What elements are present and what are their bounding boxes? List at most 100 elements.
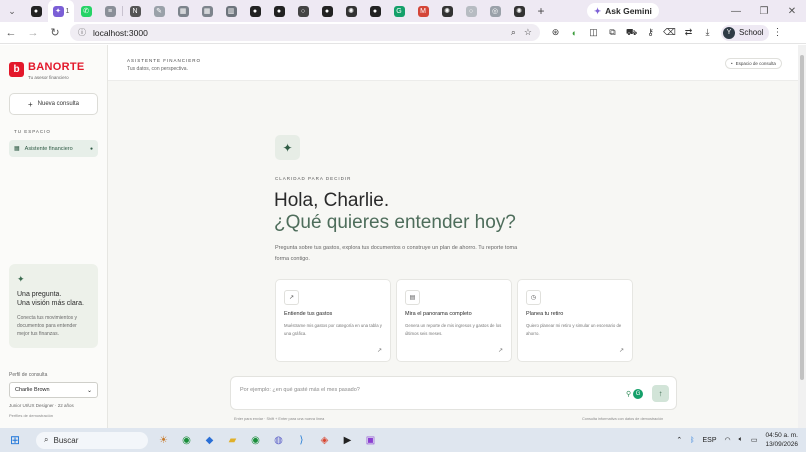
- site-info-icon[interactable]: ⓘ: [78, 27, 86, 38]
- close-window-button[interactable]: ✕: [778, 6, 806, 17]
- language-indicator[interactable]: ESP: [703, 437, 717, 444]
- tab-tab-search[interactable]: ⌄: [0, 0, 24, 22]
- arrow-up-right-icon: ↗: [618, 348, 624, 354]
- sidebar-panel-icon[interactable]: ◫: [584, 27, 603, 38]
- chrome-icon[interactable]: ◉: [244, 435, 267, 446]
- demo-disclaimer: Consulta informativa con datos de demost…: [582, 417, 664, 421]
- extension-icon[interactable]: ⛟: [622, 27, 641, 39]
- browser-tab[interactable]: ○: [459, 0, 483, 22]
- suggestion-card-overview[interactable]: ▤ Mira el panorama completo Genera un re…: [396, 279, 512, 362]
- sidebar-item-assistant[interactable]: ▦ Asistente financiero ●: [9, 140, 98, 157]
- chat-input-placeholder[interactable]: Por ejemplo: ¿en qué gasté más el mes pa…: [240, 387, 360, 393]
- extension-icon[interactable]: ◐: [565, 28, 584, 38]
- battery-icon[interactable]: ▭: [751, 436, 758, 444]
- volume-icon[interactable]: 🔈︎: [739, 436, 743, 444]
- profile-button[interactable]: Y School: [721, 24, 770, 41]
- taskbar-search[interactable]: ⌕ Buscar: [36, 431, 148, 449]
- new-chat-button[interactable]: + Nueva consulta: [9, 93, 98, 115]
- browser-tab[interactable]: ✺: [435, 0, 459, 22]
- clock-icon: ◷: [526, 290, 541, 305]
- bookmark-star-icon[interactable]: ☆: [524, 27, 532, 38]
- suggestion-card-expenses[interactable]: ↗ Entiende tus gastos Muéstrame mis gast…: [275, 279, 391, 362]
- browser-tab[interactable]: ●: [363, 0, 387, 22]
- scrollbar-thumb[interactable]: [800, 55, 804, 380]
- grammarly-icon[interactable]: G: [633, 389, 644, 399]
- forward-button[interactable]: →: [22, 27, 44, 39]
- maximize-button[interactable]: ❐: [750, 6, 778, 17]
- profile-select-label: Perfil de consulta: [9, 372, 48, 378]
- media-player-icon[interactable]: ▶: [336, 435, 359, 446]
- chatgpt-icon: ✺: [441, 5, 453, 17]
- password-key-icon[interactable]: ⚷: [641, 27, 660, 38]
- browser-menu-icon[interactable]: ⋮: [769, 27, 785, 38]
- browser-tab[interactable]: ≡: [98, 0, 122, 22]
- reload-button[interactable]: ↻: [44, 26, 66, 39]
- send-button[interactable]: ↑: [652, 385, 669, 402]
- chat-app-icon[interactable]: ◍: [267, 435, 290, 446]
- vscode-icon[interactable]: ⟩: [290, 435, 313, 446]
- browser-tab[interactable]: G: [387, 0, 411, 22]
- browser-tab[interactable]: ●: [267, 0, 291, 22]
- tab-search-icon: ⌄: [8, 5, 16, 16]
- wifi-icon[interactable]: ◠: [725, 436, 731, 444]
- promo-title: Una pregunta. Una visión más clara.: [17, 291, 84, 307]
- plus-icon: +: [27, 99, 33, 109]
- banorte-logo-mark: b: [9, 62, 24, 77]
- widgets-icon[interactable]: ☀: [152, 435, 175, 446]
- circle-icon: ◎: [489, 5, 501, 17]
- clock[interactable]: 04:50 a. m. 13/09/2026: [765, 431, 798, 449]
- browser-tab[interactable]: M: [411, 0, 435, 22]
- downloads-icon[interactable]: ⤓: [698, 27, 717, 38]
- github-icon: ●: [369, 5, 381, 17]
- new-tab-button[interactable]: +: [531, 4, 551, 18]
- main-content: ASISTENTE FINANCIERO Tus datos, con pers…: [108, 45, 798, 428]
- browser-tab[interactable]: ✆: [74, 0, 98, 22]
- sheet-icon: ▥: [225, 5, 237, 17]
- browser-tab[interactable]: ▥: [219, 0, 243, 22]
- gmail-icon: M: [417, 5, 429, 17]
- delete-icon[interactable]: ⌫: [660, 27, 679, 38]
- back-button[interactable]: ←: [0, 27, 22, 39]
- chrome-icon[interactable]: ◉: [175, 435, 198, 446]
- translate-icon[interactable]: ⇄: [679, 27, 698, 38]
- browser-tab[interactable]: ✺: [339, 0, 363, 22]
- new-chat-label: Nueva consulta: [37, 101, 80, 107]
- browser-tab[interactable]: ✺: [507, 0, 531, 22]
- brand-name: BANORTE: [28, 61, 85, 73]
- location-pin-icon[interactable]: ⚲: [626, 390, 631, 398]
- browser-tab[interactable]: N: [123, 0, 147, 22]
- suggestion-card-retirement[interactable]: ◷ Planea tu retiro Quiero planear mi ret…: [517, 279, 633, 362]
- copilot-icon[interactable]: ◆: [198, 435, 221, 446]
- windows-start-icon[interactable]: ⊞: [10, 433, 28, 447]
- profile-select[interactable]: Charlie Brown ⌄: [9, 382, 98, 398]
- browser-tab[interactable]: ○: [291, 0, 315, 22]
- office-icon[interactable]: ◈: [313, 435, 336, 446]
- browser-tab[interactable]: ●: [243, 0, 267, 22]
- section-label: TU ESPACIO: [14, 129, 51, 134]
- brand-logo[interactable]: b BANORTE Tu asesor financiero: [9, 62, 85, 80]
- browser-tab[interactable]: ✎: [147, 0, 171, 22]
- address-bar[interactable]: ⓘ localhost:3000 ⌕ ☆: [70, 24, 540, 41]
- page-scrollbar[interactable]: [798, 45, 806, 428]
- arrow-up-icon: ↑: [658, 389, 663, 398]
- browser-tab-active[interactable]: ✦ 1: [48, 0, 74, 22]
- file-explorer-icon[interactable]: ▰: [221, 435, 244, 446]
- browser-tab[interactable]: ▦: [171, 0, 195, 22]
- minimize-button[interactable]: —: [722, 6, 750, 17]
- browser-tab[interactable]: ◎: [483, 0, 507, 22]
- ask-gemini-button[interactable]: ✦ Ask Gemini: [587, 3, 659, 19]
- url-text: localhost:3000: [93, 27, 148, 38]
- arrow-up-right-icon: ↗: [376, 348, 382, 354]
- zoom-icon[interactable]: ⌕: [511, 27, 516, 38]
- github-icon: ●: [321, 5, 333, 17]
- browser-tab[interactable]: ●: [24, 0, 48, 22]
- workspace-chip[interactable]: • Espacio de consulta: [725, 58, 782, 69]
- app-icon[interactable]: ▣: [359, 435, 382, 446]
- browser-tab[interactable]: ▦: [195, 0, 219, 22]
- extensions-puzzle-icon[interactable]: ⧉: [603, 27, 622, 38]
- browser-tab[interactable]: ●: [315, 0, 339, 22]
- extension-icon[interactable]: ⊛: [546, 27, 565, 38]
- bluetooth-icon[interactable]: ᛒ: [690, 437, 694, 444]
- chat-composer[interactable]: Por ejemplo: ¿en qué gasté más el mes pa…: [230, 376, 677, 410]
- chevron-up-icon[interactable]: ⌃: [676, 436, 682, 444]
